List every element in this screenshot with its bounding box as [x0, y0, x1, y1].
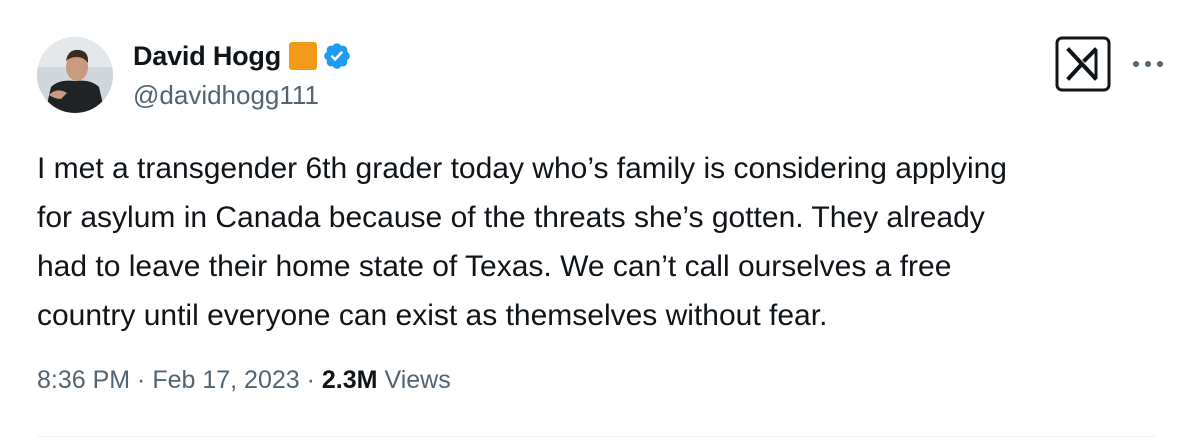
meta-separator: · — [299, 366, 322, 394]
author-handle[interactable]: @davidhogg111 — [133, 80, 319, 111]
more-options-icon[interactable] — [1131, 58, 1165, 70]
avatar-image — [37, 37, 113, 113]
x-logo-icon[interactable] — [1055, 36, 1111, 92]
tweet-time[interactable]: 8:36 PM — [37, 366, 130, 395]
affiliation-badge-icon — [289, 42, 318, 70]
tweet-date[interactable]: Feb 17, 2023 — [152, 366, 299, 395]
views-count: 2.3M — [321, 366, 378, 394]
views-label: Views — [384, 366, 451, 394]
author-avatar[interactable] — [37, 37, 113, 113]
tweet-metadata: 8:36 PM · Feb 17, 2023 · 2.3M Views — [37, 366, 451, 395]
tweet-text: I met a transgender 6th grader today who… — [37, 152, 1007, 332]
meta-separator: · — [130, 366, 153, 394]
author-display-name[interactable]: David Hogg — [133, 41, 281, 72]
author-name-row: David Hogg — [133, 38, 352, 74]
divider — [37, 436, 1157, 437]
verified-badge-icon — [324, 43, 350, 69]
tweet-card: David Hogg @davidhogg111 I met a transge… — [0, 0, 1194, 448]
